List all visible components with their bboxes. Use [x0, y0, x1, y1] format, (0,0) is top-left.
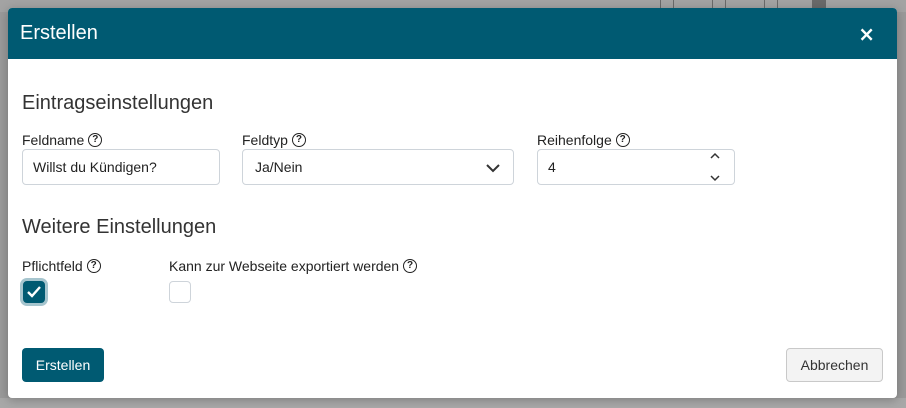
- entry-settings-heading: Eintragseinstellungen: [22, 92, 214, 114]
- more-settings-heading: Weitere Einstellungen: [22, 216, 217, 238]
- required-label-text: Pflichtfeld: [22, 258, 83, 274]
- order-label-text: Reihenfolge: [537, 132, 612, 148]
- order-stepper[interactable]: 4: [537, 149, 735, 185]
- order-label: Reihenfolge ?: [537, 132, 630, 148]
- fieldname-value: Willst du Kündigen?: [33, 159, 157, 175]
- fieldtype-label: Feldtyp ?: [242, 132, 306, 148]
- create-dialog: Erstellen × Eintragseinstellungen Feldna…: [8, 8, 897, 398]
- chevron-up-icon[interactable]: [709, 152, 721, 160]
- create-button[interactable]: Erstellen: [22, 348, 104, 382]
- help-icon[interactable]: ?: [291, 133, 306, 147]
- help-icon[interactable]: ?: [403, 259, 418, 273]
- help-icon[interactable]: ?: [88, 133, 103, 147]
- background-footer: [0, 398, 906, 408]
- fieldname-input[interactable]: Willst du Kündigen?: [22, 149, 220, 185]
- fieldname-label: Feldname ?: [22, 132, 103, 148]
- cancel-button[interactable]: Abbrechen: [786, 348, 883, 382]
- dialog-title: Erstellen: [20, 22, 98, 44]
- fieldtype-label-text: Feldtyp: [242, 132, 288, 148]
- fieldtype-select[interactable]: Ja/Nein: [242, 149, 514, 185]
- order-value: 4: [548, 159, 556, 175]
- export-label: Kann zur Webseite exportiert werden ?: [169, 258, 418, 274]
- export-checkbox[interactable]: [169, 281, 191, 303]
- chevron-down-icon: [485, 161, 501, 177]
- close-button[interactable]: ×: [858, 24, 875, 44]
- export-label-text: Kann zur Webseite exportiert werden: [169, 258, 400, 274]
- help-icon[interactable]: ?: [86, 259, 101, 273]
- stepper-arrows[interactable]: [704, 152, 726, 182]
- fieldtype-value: Ja/Nein: [255, 159, 303, 175]
- chevron-down-icon[interactable]: [709, 174, 721, 182]
- required-checkbox[interactable]: [23, 281, 45, 303]
- help-icon[interactable]: ?: [615, 133, 630, 147]
- required-label: Pflichtfeld ?: [22, 258, 101, 274]
- checkmark-icon: [27, 286, 41, 298]
- fieldname-label-text: Feldname: [22, 132, 85, 148]
- dialog-header: Erstellen ×: [8, 8, 897, 59]
